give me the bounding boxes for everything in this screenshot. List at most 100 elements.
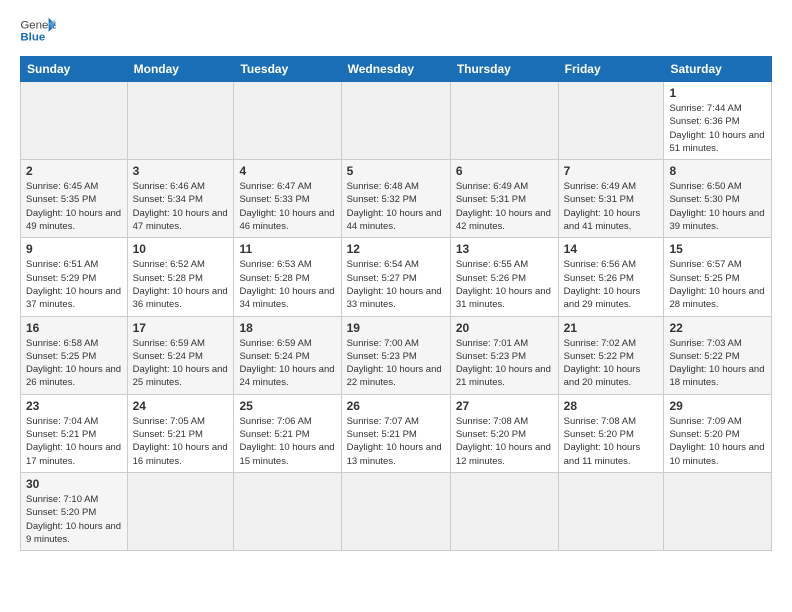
day-info: Sunrise: 7:06 AM Sunset: 5:21 PM Dayligh… [239,416,334,467]
calendar-cell: 5 Sunrise: 6:48 AM Sunset: 5:32 PM Daylig… [341,160,450,238]
day-number: 12 [347,242,445,256]
calendar-cell [558,82,664,160]
day-info: Sunrise: 6:59 AM Sunset: 5:24 PM Dayligh… [133,338,228,389]
calendar-cell [664,472,772,550]
day-info: Sunrise: 7:07 AM Sunset: 5:21 PM Dayligh… [347,416,442,467]
day-number: 13 [456,242,553,256]
logo: General Blue [20,16,56,46]
calendar-cell: 3Sunrise: 6:46 AM Sunset: 5:34 PM Daylig… [127,160,234,238]
week-row-5: 23 Sunrise: 7:04 AM Sunset: 5:21 PM Dayli… [21,394,772,472]
calendar-cell: 10 Sunrise: 6:52 AM Sunset: 5:28 PM Dayli… [127,238,234,316]
generalblue-logo-icon: General Blue [20,16,56,46]
day-number: 29 [669,399,766,413]
svg-text:Blue: Blue [20,32,45,44]
calendar-cell: 18 Sunrise: 6:59 AM Sunset: 5:24 PM Dayli… [234,316,341,394]
week-row-4: 16 Sunrise: 6:58 AM Sunset: 5:25 PM Dayli… [21,316,772,394]
day-info: Sunrise: 6:54 AM Sunset: 5:27 PM Dayligh… [347,259,442,310]
day-info: Sunrise: 7:01 AM Sunset: 5:23 PM Dayligh… [456,338,551,389]
day-number: 21 [564,321,659,335]
day-info: Sunrise: 7:05 AM Sunset: 5:21 PM Dayligh… [133,416,228,467]
day-number: 1 [669,86,766,100]
day-info: Sunrise: 6:48 AM Sunset: 5:32 PM Dayligh… [347,181,442,232]
calendar-cell: 28Sunrise: 7:08 AM Sunset: 5:20 PM Dayli… [558,394,664,472]
calendar-cell [127,82,234,160]
day-info: Sunrise: 6:58 AM Sunset: 5:25 PM Dayligh… [26,338,121,389]
day-info: Sunrise: 6:53 AM Sunset: 5:28 PM Dayligh… [239,259,334,310]
day-number: 26 [347,399,445,413]
week-row-1: 1 Sunrise: 7:44 AM Sunset: 6:36 PM Daylig… [21,82,772,160]
day-number: 17 [133,321,229,335]
day-number: 2 [26,164,122,178]
week-row-3: 9 Sunrise: 6:51 AM Sunset: 5:29 PM Daylig… [21,238,772,316]
day-info: Sunrise: 6:45 AM Sunset: 5:35 PM Dayligh… [26,181,121,232]
day-number: 20 [456,321,553,335]
day-number: 16 [26,321,122,335]
day-number: 19 [347,321,445,335]
day-number: 15 [669,242,766,256]
day-info: Sunrise: 7:03 AM Sunset: 5:22 PM Dayligh… [669,338,764,389]
day-number: 18 [239,321,335,335]
week-row-6: 30Sunrise: 7:10 AM Sunset: 5:20 PM Dayli… [21,472,772,550]
calendar-cell: 23 Sunrise: 7:04 AM Sunset: 5:21 PM Dayli… [21,394,128,472]
calendar-cell: 14Sunrise: 6:56 AM Sunset: 5:26 PM Dayli… [558,238,664,316]
calendar-cell [127,472,234,550]
calendar-cell: 15 Sunrise: 6:57 AM Sunset: 5:25 PM Dayli… [664,238,772,316]
day-number: 23 [26,399,122,413]
calendar-cell [450,82,558,160]
day-number: 4 [239,164,335,178]
day-number: 10 [133,242,229,256]
day-number: 25 [239,399,335,413]
calendar-cell [341,472,450,550]
day-info: Sunrise: 6:47 AM Sunset: 5:33 PM Dayligh… [239,181,334,232]
day-info: Sunrise: 7:10 AM Sunset: 5:20 PM Dayligh… [26,494,121,545]
calendar-cell: 24 Sunrise: 7:05 AM Sunset: 5:21 PM Dayli… [127,394,234,472]
day-info: Sunrise: 6:50 AM Sunset: 5:30 PM Dayligh… [669,181,764,232]
calendar-cell: 19Sunrise: 7:00 AM Sunset: 5:23 PM Dayli… [341,316,450,394]
day-info: Sunrise: 6:46 AM Sunset: 5:34 PM Dayligh… [133,181,228,232]
day-info: Sunrise: 6:49 AM Sunset: 5:31 PM Dayligh… [456,181,551,232]
calendar-cell: 17 Sunrise: 6:59 AM Sunset: 5:24 PM Dayli… [127,316,234,394]
day-number: 8 [669,164,766,178]
calendar-cell: 20 Sunrise: 7:01 AM Sunset: 5:23 PM Dayli… [450,316,558,394]
day-info: Sunrise: 7:08 AM Sunset: 5:20 PM Dayligh… [456,416,551,467]
calendar-cell: 7 Sunrise: 6:49 AM Sunset: 5:31 PM Daylig… [558,160,664,238]
weekday-header-tuesday: Tuesday [234,57,341,82]
page-header: General Blue [20,16,772,46]
weekday-header-saturday: Saturday [664,57,772,82]
day-number: 5 [347,164,445,178]
day-info: Sunrise: 7:09 AM Sunset: 5:20 PM Dayligh… [669,416,764,467]
day-number: 28 [564,399,659,413]
calendar-cell: 13Sunrise: 6:55 AM Sunset: 5:26 PM Dayli… [450,238,558,316]
calendar-cell [21,82,128,160]
calendar-cell: 21 Sunrise: 7:02 AM Sunset: 5:22 PM Dayli… [558,316,664,394]
calendar-cell [450,472,558,550]
day-info: Sunrise: 6:49 AM Sunset: 5:31 PM Dayligh… [564,181,641,232]
calendar-cell: 9 Sunrise: 6:51 AM Sunset: 5:29 PM Daylig… [21,238,128,316]
day-info: Sunrise: 7:04 AM Sunset: 5:21 PM Dayligh… [26,416,121,467]
calendar-cell [234,472,341,550]
calendar-cell: 27Sunrise: 7:08 AM Sunset: 5:20 PM Dayli… [450,394,558,472]
day-number: 24 [133,399,229,413]
day-number: 7 [564,164,659,178]
calendar-cell [341,82,450,160]
day-info: Sunrise: 6:52 AM Sunset: 5:28 PM Dayligh… [133,259,228,310]
day-number: 22 [669,321,766,335]
day-info: Sunrise: 7:02 AM Sunset: 5:22 PM Dayligh… [564,338,641,389]
weekday-header-sunday: Sunday [21,57,128,82]
calendar-cell [558,472,664,550]
day-info: Sunrise: 7:44 AM Sunset: 6:36 PM Dayligh… [669,103,764,154]
calendar-cell: 26 Sunrise: 7:07 AM Sunset: 5:21 PM Dayli… [341,394,450,472]
calendar-cell: 8 Sunrise: 6:50 AM Sunset: 5:30 PM Daylig… [664,160,772,238]
calendar-cell: 22 Sunrise: 7:03 AM Sunset: 5:22 PM Dayli… [664,316,772,394]
weekday-header-monday: Monday [127,57,234,82]
calendar-cell: 30Sunrise: 7:10 AM Sunset: 5:20 PM Dayli… [21,472,128,550]
day-info: Sunrise: 6:59 AM Sunset: 5:24 PM Dayligh… [239,338,334,389]
week-row-2: 2 Sunrise: 6:45 AM Sunset: 5:35 PM Daylig… [21,160,772,238]
day-number: 9 [26,242,122,256]
day-number: 6 [456,164,553,178]
calendar-cell [234,82,341,160]
day-info: Sunrise: 6:57 AM Sunset: 5:25 PM Dayligh… [669,259,764,310]
calendar-cell: 2 Sunrise: 6:45 AM Sunset: 5:35 PM Daylig… [21,160,128,238]
day-info: Sunrise: 6:51 AM Sunset: 5:29 PM Dayligh… [26,259,121,310]
day-number: 14 [564,242,659,256]
